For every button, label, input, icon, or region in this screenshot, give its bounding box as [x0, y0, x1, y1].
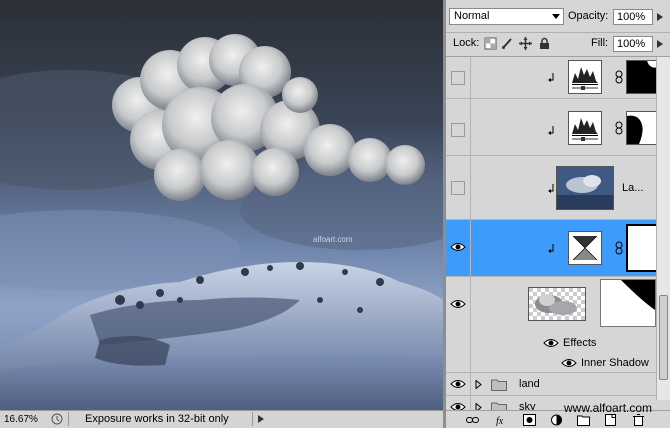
lock-position-icon[interactable]	[519, 37, 532, 50]
group-name: land	[519, 378, 540, 390]
lock-image-pixels-icon[interactable]	[501, 37, 514, 50]
lock-label: Lock:	[453, 37, 480, 49]
fill-slider-arrow-icon[interactable]	[656, 37, 665, 51]
layer-gutter	[470, 277, 471, 333]
add-mask-icon[interactable]	[523, 414, 536, 426]
visibility-toggle[interactable]	[451, 123, 465, 137]
mask-gradient-icon	[601, 280, 655, 326]
layer-image-thumbnail[interactable]	[528, 287, 586, 321]
blend-mode-value: Normal	[454, 10, 490, 22]
folder-icon	[491, 379, 507, 391]
inner-shadow-eye-icon[interactable]	[561, 357, 577, 369]
layer-gutter	[470, 99, 471, 155]
footer-watermark: www.alfoart.com	[564, 401, 653, 415]
adjustment-layer-icon[interactable]	[550, 414, 563, 426]
checkerboard-cloud-icon	[529, 288, 585, 320]
mask-link-icon[interactable]	[615, 70, 623, 84]
levels-adjustment-thumbnail[interactable]	[568, 60, 602, 94]
layer-image-thumbnail[interactable]	[556, 166, 614, 210]
effects-eye-icon[interactable]	[543, 337, 559, 349]
layer-row[interactable]	[446, 99, 656, 156]
eye-icon[interactable]	[450, 378, 466, 390]
layer-gutter	[470, 353, 471, 372]
trash-icon[interactable]	[632, 414, 645, 426]
fill-label: Fill:	[591, 37, 609, 49]
lock-row: Lock: Fill: 100%	[446, 32, 670, 57]
canvas-watermark: alfoart.com	[313, 235, 353, 244]
opacity-field[interactable]: 100%	[613, 9, 653, 25]
layer-gutter	[470, 373, 471, 395]
svg-text:fx: fx	[496, 416, 504, 426]
link-layers-icon[interactable]	[466, 414, 479, 426]
eye-icon[interactable]	[450, 298, 466, 310]
levels-icon	[569, 61, 601, 93]
effects-row[interactable]: Effects	[446, 333, 656, 353]
group-row-land[interactable]: land	[446, 373, 656, 396]
opacity-value: 100%	[617, 11, 646, 23]
canvas-image: alfoart.com	[0, 0, 443, 410]
expand-arrow-icon[interactable]	[475, 380, 482, 389]
eye-icon[interactable]	[450, 241, 466, 253]
effects-label: Effects	[563, 337, 597, 349]
scrollbar-thumb[interactable]	[659, 295, 668, 380]
layer-gutter	[470, 220, 471, 276]
fill-field[interactable]: 100%	[613, 36, 653, 52]
lock-transparent-pixels-icon[interactable]	[484, 37, 497, 50]
layer-row[interactable]	[446, 277, 656, 333]
status-menu-arrow-icon[interactable]	[258, 415, 264, 423]
clipping-arrow-icon	[548, 73, 554, 82]
chevron-down-icon	[552, 14, 560, 19]
status-message: Exposure works in 32-bit only	[68, 412, 253, 426]
clipping-arrow-icon	[548, 244, 554, 253]
mask-link-icon[interactable]	[615, 121, 623, 135]
layer-gutter	[470, 156, 471, 219]
lock-all-icon[interactable]	[538, 37, 551, 50]
visibility-toggle[interactable]	[451, 71, 465, 85]
layers-panel: Normal Opacity: 100% Lock: Fill: 100% La…	[446, 0, 670, 428]
layers-options-row: Normal Opacity: 100%	[446, 0, 670, 33]
mask-shape-icon	[627, 112, 656, 144]
layer-mask-thumbnail[interactable]	[626, 60, 656, 94]
layer-row[interactable]	[446, 57, 656, 99]
opacity-slider-arrow-icon[interactable]	[656, 10, 665, 24]
opacity-label: Opacity:	[568, 10, 609, 22]
layer-gutter	[470, 333, 471, 353]
mask-shape-icon	[627, 61, 656, 93]
layer-mask-thumbnail[interactable]	[626, 111, 656, 145]
visibility-toggle[interactable]	[451, 181, 465, 195]
clipping-arrow-icon	[548, 126, 554, 135]
inner-shadow-row[interactable]: Inner Shadow	[446, 353, 656, 373]
layer-name: La...	[622, 182, 644, 194]
levels-icon	[569, 112, 601, 144]
layers-list[interactable]: La... Effects Inner Shadow land sky	[446, 57, 656, 428]
document-info-icon[interactable]	[51, 413, 63, 425]
inner-shadow-label: Inner Shadow	[581, 357, 649, 369]
blend-mode-select[interactable]: Normal	[449, 8, 564, 25]
status-bar: 16.67% Exposure works in 32-bit only	[0, 410, 443, 428]
layers-scrollbar[interactable]	[656, 57, 670, 400]
levels-adjustment-thumbnail[interactable]	[568, 111, 602, 145]
mask-link-icon[interactable]	[615, 241, 623, 255]
fill-value: 100%	[617, 38, 646, 50]
layer-row-selected[interactable]	[446, 220, 656, 277]
layer-mask-thumbnail[interactable]	[600, 279, 656, 327]
exposure-icon	[569, 232, 601, 264]
layer-gutter	[470, 57, 471, 98]
exposure-adjustment-thumbnail[interactable]	[568, 231, 602, 265]
new-layer-icon[interactable]	[604, 414, 617, 426]
new-group-icon[interactable]	[577, 414, 590, 426]
layer-row[interactable]: La...	[446, 156, 656, 220]
layer-mask-thumbnail-selected[interactable]	[626, 224, 656, 272]
mask-shape-icon	[628, 226, 656, 270]
cloud-image-icon	[557, 167, 613, 209]
fx-icon[interactable]: fx	[496, 414, 509, 426]
document-canvas[interactable]: alfoart.com	[0, 0, 443, 410]
zoom-level[interactable]: 16.67%	[4, 414, 38, 425]
clipping-arrow-icon	[548, 184, 554, 193]
